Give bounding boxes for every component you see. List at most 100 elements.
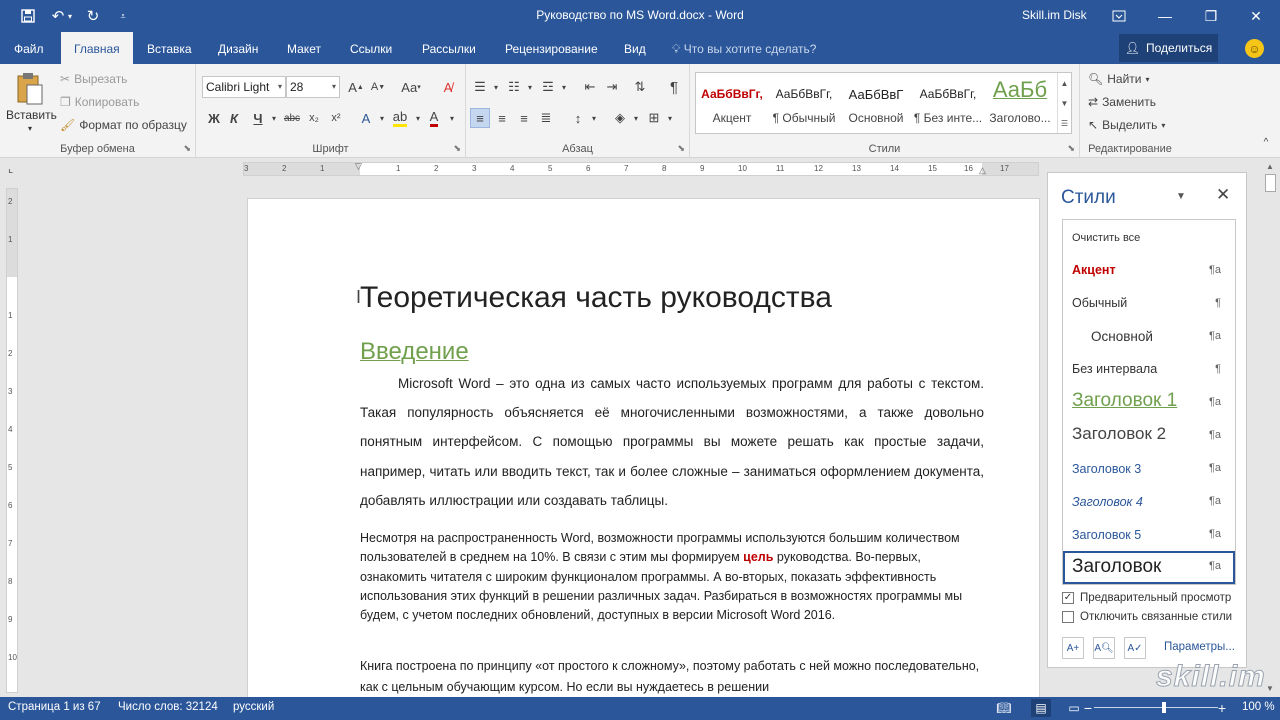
minimize-icon[interactable]: — xyxy=(1152,4,1178,28)
ribbon-display-icon[interactable] xyxy=(1106,4,1132,28)
scroll-up-icon[interactable]: ▲ xyxy=(1061,79,1069,88)
close-icon[interactable]: ✕ xyxy=(1243,4,1269,28)
clipboard-launcher-icon[interactable]: ⬊ xyxy=(183,143,191,154)
tab-review[interactable]: Рецензирование xyxy=(492,32,611,64)
gallery-style-normal[interactable]: АаБбВвГг, ¶ Обычный xyxy=(768,73,840,133)
zoom-slider-thumb[interactable] xyxy=(1162,702,1166,713)
borders-dropdown-icon[interactable]: ▾ xyxy=(660,108,680,128)
decrease-indent-icon[interactable]: ⇤ xyxy=(580,77,600,97)
gallery-style-main[interactable]: АаБбВвГ Основной xyxy=(840,73,912,133)
tab-view[interactable]: Вид xyxy=(611,32,659,64)
zoom-in-icon[interactable]: + xyxy=(1212,699,1232,717)
word-count[interactable]: Число слов: 32124 xyxy=(118,701,218,713)
change-case-icon[interactable]: Aa ▾ xyxy=(396,77,426,97)
tell-me-search[interactable]: 💡︎ Что вы хотите сделать? xyxy=(672,32,816,64)
strikethrough-icon[interactable]: abc xyxy=(282,108,302,128)
tab-selector-icon[interactable]: ⌞ xyxy=(8,162,22,176)
superscript-icon[interactable]: x² xyxy=(326,108,346,128)
format-painter-button[interactable]: 🖌︎ Формат по образцу xyxy=(60,118,187,132)
shading-dropdown-icon[interactable]: ▾ xyxy=(626,108,646,128)
language-indicator[interactable]: русский xyxy=(233,701,274,713)
new-style-icon[interactable]: A+ xyxy=(1062,637,1084,659)
print-layout-icon[interactable]: ▤ xyxy=(1031,699,1051,717)
italic-icon[interactable]: К xyxy=(224,108,244,128)
style-item-heading4[interactable]: Заголовок 4 ¶a xyxy=(1063,486,1235,518)
underline-dropdown-icon[interactable]: ▾ xyxy=(264,108,284,128)
clear-formatting-icon[interactable]: A̸ xyxy=(438,77,458,97)
paragraph-launcher-icon[interactable]: ⬊ xyxy=(677,143,685,154)
zoom-slider[interactable] xyxy=(1094,707,1218,708)
select-button[interactable]: ↖ Выделить ▾ xyxy=(1088,118,1165,132)
vertical-scrollbar[interactable]: ▲ ▼ xyxy=(1262,160,1280,697)
font-launcher-icon[interactable]: ⬊ xyxy=(453,143,461,154)
align-center-icon[interactable]: ≡ xyxy=(492,108,512,128)
align-right-icon[interactable]: ≡ xyxy=(514,108,534,128)
style-inspector-icon[interactable]: A🔍︎ xyxy=(1093,637,1115,659)
shrink-font-icon[interactable]: A ▼ xyxy=(368,77,388,97)
document-paragraph[interactable]: Книга построена по принципу «от простого… xyxy=(360,656,984,697)
line-spacing-dropdown-icon[interactable]: ▾ xyxy=(584,108,604,128)
styles-options-link[interactable]: Параметры... xyxy=(1164,641,1235,653)
scrollbar-thumb[interactable] xyxy=(1265,174,1276,192)
tab-design[interactable]: Дизайн xyxy=(205,32,271,64)
restore-icon[interactable]: ❐ xyxy=(1198,4,1224,28)
font-name-field[interactable]: Calibri Light ▾ xyxy=(202,76,286,98)
style-item-normal[interactable]: Обычный ¶ xyxy=(1063,288,1235,320)
copy-button[interactable]: ❐ Копировать xyxy=(60,95,139,109)
gallery-style-accent[interactable]: АаБбВвГг, Акцент xyxy=(696,73,768,133)
tab-layout[interactable]: Макет xyxy=(274,32,334,64)
highlight-icon[interactable]: ab xyxy=(390,108,410,128)
read-mode-icon[interactable]: 📖︎ xyxy=(994,699,1014,717)
close-pane-icon[interactable]: ✕ xyxy=(1216,185,1230,205)
numbering-dropdown-icon[interactable]: ▾ xyxy=(520,77,540,97)
grow-font-icon[interactable]: A ▲ xyxy=(346,77,366,97)
find-button[interactable]: 🔍︎ Найти ▾ xyxy=(1088,72,1150,86)
preview-checkbox[interactable]: ✓ Предварительный просмотр xyxy=(1062,592,1231,604)
tab-insert[interactable]: Вставка xyxy=(134,32,205,64)
page-indicator[interactable]: Страница 1 из 67 xyxy=(8,701,101,713)
document-paragraph[interactable]: Microsoft Word – это одна из самых часто… xyxy=(360,369,984,515)
disable-linked-checkbox[interactable]: Отключить связанные стили xyxy=(1062,611,1232,623)
right-indent-marker[interactable]: △ xyxy=(979,165,986,176)
justify-icon[interactable]: ≣ xyxy=(536,108,556,128)
share-button[interactable]: 👤︎ Поделиться xyxy=(1119,34,1218,62)
gallery-scroll[interactable]: ▲ ▼ ☰ xyxy=(1057,73,1071,133)
zoom-level[interactable]: 100 % xyxy=(1242,701,1275,713)
tab-file[interactable]: Файл xyxy=(0,32,58,64)
tab-mailings[interactable]: Рассылки xyxy=(409,32,489,64)
increase-indent-icon[interactable]: ⇥ xyxy=(602,77,622,97)
style-item-heading5[interactable]: Заголовок 5 ¶a xyxy=(1063,519,1235,551)
style-item-heading3[interactable]: Заголовок 3 ¶a xyxy=(1063,453,1235,485)
pilcrow-icon[interactable]: ¶ xyxy=(664,77,684,97)
paste-button[interactable]: Вставить ▾ xyxy=(6,70,57,140)
tab-home[interactable]: Главная xyxy=(61,32,133,65)
pane-options-icon[interactable]: ▼ xyxy=(1176,191,1186,202)
subscript-icon[interactable]: x₂ xyxy=(304,108,324,128)
collapse-ribbon-icon[interactable]: ^ xyxy=(1256,132,1276,152)
tab-references[interactable]: Ссылки xyxy=(337,32,405,64)
gallery-style-heading1[interactable]: АаБб Заголово... xyxy=(984,73,1056,133)
zoom-out-icon[interactable]: − xyxy=(1078,699,1098,717)
font-color-dropdown-icon[interactable]: ▾ xyxy=(442,108,462,128)
style-item-main[interactable]: Основной ¶a xyxy=(1063,321,1235,353)
vertical-ruler[interactable]: 2 1 1 2 3 4 5 6 7 8 9 10 xyxy=(6,188,18,693)
feedback-smiley-icon[interactable]: ☺ xyxy=(1245,39,1264,58)
styles-launcher-icon[interactable]: ⬊ xyxy=(1067,143,1075,154)
multilevel-dropdown-icon[interactable]: ▾ xyxy=(554,77,574,97)
replace-button[interactable]: ⇄ Заменить xyxy=(1088,95,1156,109)
document-page[interactable]: I Теоретическая часть руководства Введен… xyxy=(247,198,1040,697)
bold-icon[interactable]: Ж xyxy=(204,108,224,128)
text-effects-dropdown-icon[interactable]: ▾ xyxy=(372,108,392,128)
document-heading-title[interactable]: Теоретическая часть руководства xyxy=(360,281,832,315)
horizontal-ruler[interactable]: 3 2 1 1 2 3 4 5 6 7 8 9 10 11 12 13 14 1… xyxy=(243,161,1039,176)
sort-icon[interactable]: ⇅ xyxy=(630,77,650,97)
scroll-down-arrow-icon[interactable]: ▼ xyxy=(1266,684,1274,693)
style-item-heading2[interactable]: Заголовок 2 ¶a xyxy=(1063,420,1235,452)
style-item-heading1[interactable]: Заголовок 1 ¶a xyxy=(1063,387,1235,419)
bullets-dropdown-icon[interactable]: ▾ xyxy=(486,77,506,97)
style-item-clear[interactable]: Очистить все xyxy=(1063,222,1235,254)
font-size-field[interactable]: 28 ▾ xyxy=(286,76,340,98)
account-name[interactable]: Skill.im Disk xyxy=(1022,8,1087,22)
style-item-title[interactable]: Заголовок ¶a xyxy=(1063,551,1235,584)
style-item-accent[interactable]: Акцент ¶a xyxy=(1063,255,1235,287)
